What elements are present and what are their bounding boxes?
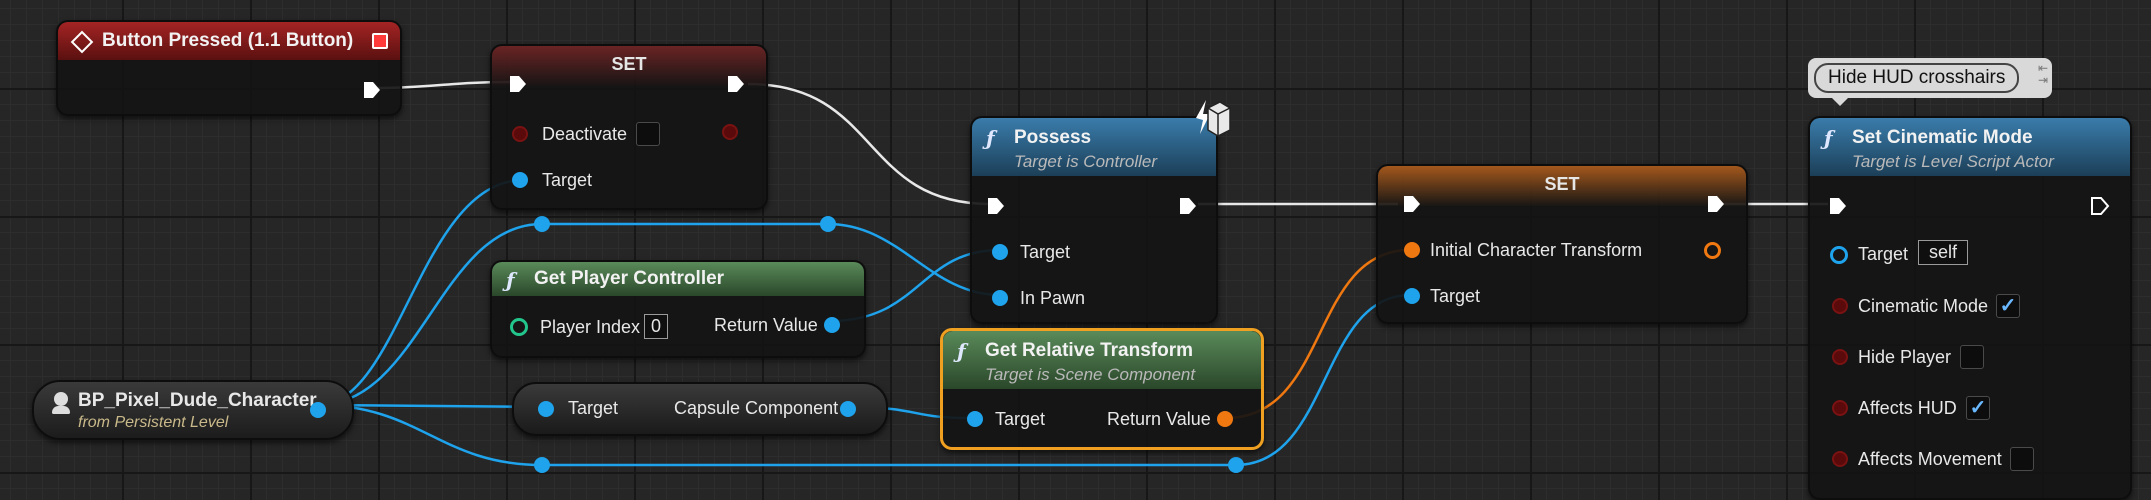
node-header: ƒ Set Cinematic Mode Target is Level Scr… <box>1810 118 2130 176</box>
comment-text: Hide HUD crosshairs <box>1814 63 2020 93</box>
exec-output-pin[interactable] <box>362 80 382 100</box>
reroute-knot <box>534 216 550 232</box>
pin-label-affects-movement: Affects Movement <box>1858 449 2002 469</box>
deactivate-checkbox[interactable] <box>636 122 660 146</box>
pin-label-target: Target <box>1430 286 1481 306</box>
transform-input-pin[interactable] <box>1404 242 1420 258</box>
affects-movement-input-pin[interactable] <box>1832 451 1848 467</box>
actor-icon <box>54 392 68 406</box>
player-index-input-pin[interactable] <box>510 318 528 336</box>
node-subtitle: from Persistent Level <box>78 414 229 431</box>
return-value-output-pin[interactable] <box>824 317 840 333</box>
target-input-pin[interactable] <box>967 411 983 427</box>
node-title: SET <box>1544 174 1580 194</box>
node-title: Button Pressed (1.1 Button) <box>102 30 354 51</box>
exec-output-pin[interactable] <box>1706 194 1726 214</box>
node-title: Possess <box>1014 127 1092 148</box>
cinematic-mode-input-pin[interactable] <box>1832 298 1848 314</box>
exec-output-pin[interactable] <box>726 74 746 94</box>
node-header: ƒ Get Relative Transform Target is Scene… <box>943 331 1261 389</box>
pin-label-return-value: Return Value <box>1107 409 1211 429</box>
server-only-icon <box>1196 100 1231 137</box>
pin-label-target: Target <box>542 170 593 190</box>
function-icon: ƒ <box>986 126 995 150</box>
in-pawn-input-pin[interactable] <box>992 290 1008 306</box>
pin-label-capsule-component: Capsule Component <box>674 398 839 418</box>
actor-reference-node[interactable]: BP_Pixel_Dude_Character from Persistent … <box>32 380 354 440</box>
exec-output-pin[interactable] <box>1178 196 1198 216</box>
target-input-pin[interactable] <box>992 244 1008 260</box>
node-header: Button Pressed (1.1 Button) <box>58 22 400 60</box>
player-index-field[interactable]: 0 <box>644 314 669 339</box>
node-title: SET <box>611 54 647 74</box>
target-input-pin[interactable] <box>512 172 528 188</box>
delegate-pin-icon[interactable] <box>372 33 388 49</box>
pin-label-player-index: Player Index <box>540 317 641 337</box>
event-diamond-icon <box>70 30 94 54</box>
comment-bubble-tail <box>1830 96 1850 106</box>
deactivate-input-pin[interactable] <box>512 126 528 142</box>
function-icon: ƒ <box>957 339 966 363</box>
transform-output-pin[interactable] <box>1704 242 1721 259</box>
pin-label-hide-player: Hide Player <box>1858 347 1952 367</box>
node-title: Get Relative Transform <box>985 340 1194 361</box>
comment-bubble[interactable]: Hide HUD crosshairs ⇤ ⇥ <box>1808 58 2052 98</box>
exec-output-pin[interactable] <box>2090 196 2110 216</box>
function-icon: ƒ <box>1824 126 1833 150</box>
pin-label-return-value: Return Value <box>714 315 818 335</box>
pin-comment-icon[interactable]: ⇤ ⇥ <box>2038 62 2048 86</box>
capsule-component-getter-node[interactable]: Target Capsule Component <box>512 382 888 436</box>
node-title: BP_Pixel_Dude_Character <box>78 390 317 411</box>
get-relative-transform-node[interactable]: ƒ Get Relative Transform Target is Scene… <box>940 328 1264 450</box>
cinematic-mode-checkbox[interactable]: ✓ <box>1996 294 2020 318</box>
reroute-knot <box>534 457 550 473</box>
node-subtitle: Target is Controller <box>1014 152 1157 171</box>
set-cinematic-mode-node[interactable]: ƒ Set Cinematic Mode Target is Level Scr… <box>1808 116 2132 500</box>
event-node-button-pressed[interactable]: Button Pressed (1.1 Button) <box>56 20 402 116</box>
pin-label-target: Target <box>1020 242 1071 262</box>
affects-movement-checkbox[interactable] <box>2010 447 2034 471</box>
set-node-deactivate[interactable]: SET Deactivate Target <box>490 44 768 210</box>
pin-label-target: Target <box>568 398 619 418</box>
pin-label-target: Target <box>995 409 1046 429</box>
get-player-controller-node[interactable]: ƒ Get Player Controller Player Index 0 R… <box>490 260 866 358</box>
affects-hud-input-pin[interactable] <box>1832 400 1848 416</box>
possess-node[interactable]: ƒ Possess Target is Controller Target In… <box>970 116 1218 324</box>
actor-icon-body <box>52 406 70 414</box>
pin-label-in-pawn: In Pawn <box>1020 288 1086 308</box>
node-subtitle: Target is Scene Component <box>985 365 1196 384</box>
return-value-output-pin[interactable] <box>1217 411 1233 427</box>
node-header: ƒ Get Player Controller <box>492 262 864 296</box>
exec-input-pin[interactable] <box>508 74 528 94</box>
capsule-output-pin[interactable] <box>840 401 856 417</box>
target-input-pin[interactable] <box>1404 288 1420 304</box>
pin-label-deactivate: Deactivate <box>542 124 628 144</box>
node-subtitle: Target is Level Script Actor <box>1852 152 2054 171</box>
target-self-field[interactable]: self <box>1918 240 1969 265</box>
set-node-initial-transform[interactable]: SET Initial Character Transform Target <box>1376 164 1748 324</box>
output-pin[interactable] <box>310 402 326 418</box>
exec-input-pin[interactable] <box>1828 196 1848 216</box>
hide-player-checkbox[interactable] <box>1960 345 1984 369</box>
reroute-knot <box>820 216 836 232</box>
node-title: Get Player Controller <box>534 268 725 289</box>
exec-input-pin[interactable] <box>1402 194 1422 214</box>
affects-hud-checkbox[interactable]: ✓ <box>1966 396 1990 420</box>
reroute-knot <box>1228 457 1244 473</box>
pin-label-initial-character-transform: Initial Character Transform <box>1430 240 1643 260</box>
pin-label-affects-hud: Affects HUD <box>1858 398 1957 418</box>
target-input-pin[interactable] <box>538 401 554 417</box>
pin-label-target: Target <box>1858 244 1909 264</box>
deactivate-output-pin[interactable] <box>722 124 738 140</box>
function-icon: ƒ <box>506 268 515 292</box>
node-header: ƒ Possess Target is Controller <box>972 118 1216 176</box>
exec-input-pin[interactable] <box>986 196 1006 216</box>
node-title: Set Cinematic Mode <box>1852 127 2033 148</box>
hide-player-input-pin[interactable] <box>1832 349 1848 365</box>
pin-label-cinematic-mode: Cinematic Mode <box>1858 296 1989 316</box>
target-input-pin[interactable] <box>1830 246 1848 264</box>
exec-wire <box>747 82 991 206</box>
